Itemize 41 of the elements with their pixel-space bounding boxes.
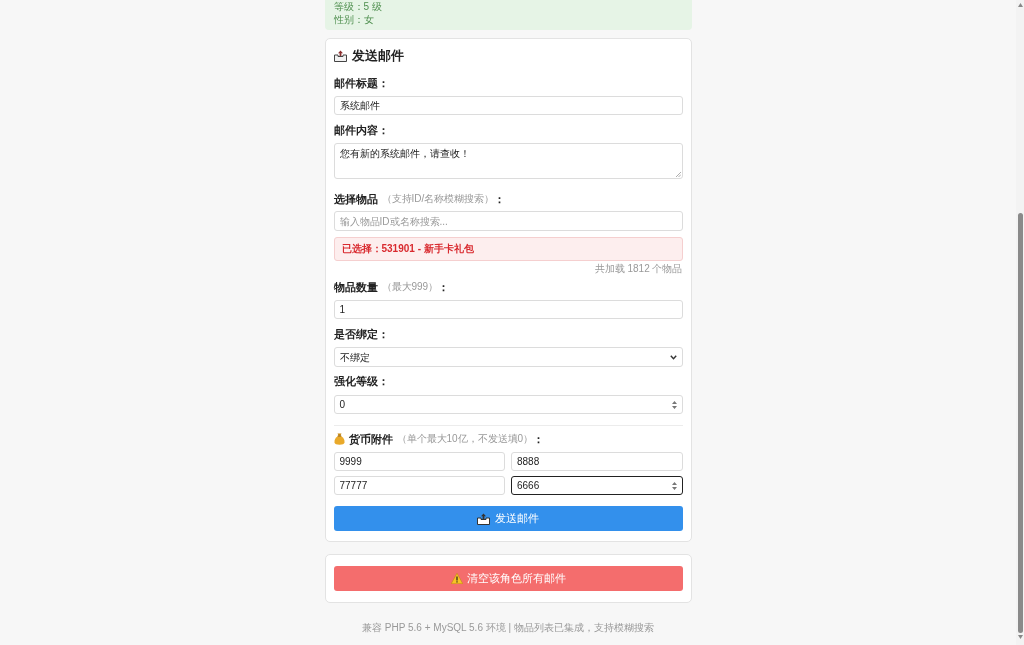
currency-number-field[interactable]: 8888 <box>511 452 683 471</box>
subject-input[interactable]: 系统邮件 <box>333 96 683 115</box>
field-hint: （支持ID/名称模糊搜索） <box>381 192 495 206</box>
spinner-icon[interactable] <box>671 400 677 409</box>
scroll-up-icon[interactable] <box>1017 3 1023 7</box>
field-colon: ： <box>494 192 506 206</box>
resize-grip-icon[interactable] <box>675 172 681 177</box>
quantity-input[interactable]: 1 <box>333 300 683 319</box>
field-label: 货币附件 <box>348 432 393 446</box>
scroll-down-icon[interactable] <box>1017 635 1023 639</box>
currency-number-field[interactable]: 77777 <box>333 476 505 495</box>
info-line: 等级：5 级 <box>333 0 383 13</box>
content-textarea[interactable]: 您有新的系统邮件，请查收！ <box>333 143 683 179</box>
outbox-tray-icon <box>477 512 490 525</box>
field-colon: ： <box>533 432 545 446</box>
enhance-number-field[interactable]: 0 <box>333 395 683 414</box>
footer-text: 兼容 PHP 5.6 + MySQL 5.6 环境 | 物品列表已集成，支持模糊搜索 <box>362 621 654 635</box>
card-title: 发送邮件 <box>351 48 404 64</box>
field-hint: （单个最大10亿，不发送填0） <box>396 432 534 446</box>
field-hint: （最大999） <box>381 280 439 294</box>
field-colon: ： <box>438 280 450 294</box>
warning-icon <box>450 573 463 584</box>
spinner-icon[interactable] <box>671 481 677 490</box>
outbox-tray-icon <box>333 50 347 62</box>
field-label: 邮件标题： <box>333 76 390 90</box>
field-label: 物品数量 <box>333 280 378 294</box>
bind-select[interactable]: 不绑定 <box>333 347 683 367</box>
money-bag-icon <box>333 433 345 445</box>
field-label: 是否绑定： <box>333 327 390 341</box>
currency-number-field[interactable]: 9999 <box>333 452 505 471</box>
scrollbar-thumb[interactable] <box>1017 213 1023 633</box>
info-line: 性别：女 <box>333 13 375 26</box>
field-label: 强化等级： <box>333 374 390 388</box>
item-count-text: 共加载 1812 个物品 <box>594 262 683 275</box>
scrollbar[interactable] <box>1016 0 1024 645</box>
field-label: 选择物品 <box>333 192 378 206</box>
chevron-down-icon <box>669 354 677 360</box>
field-label: 邮件内容： <box>333 123 390 137</box>
selected-item-notice: 已选择：531901 - 新手卡礼包 <box>333 237 683 261</box>
currency-number-field[interactable]: 6666 <box>511 476 683 495</box>
item-search-input[interactable]: 输入物品ID或名称搜索... <box>333 211 683 231</box>
